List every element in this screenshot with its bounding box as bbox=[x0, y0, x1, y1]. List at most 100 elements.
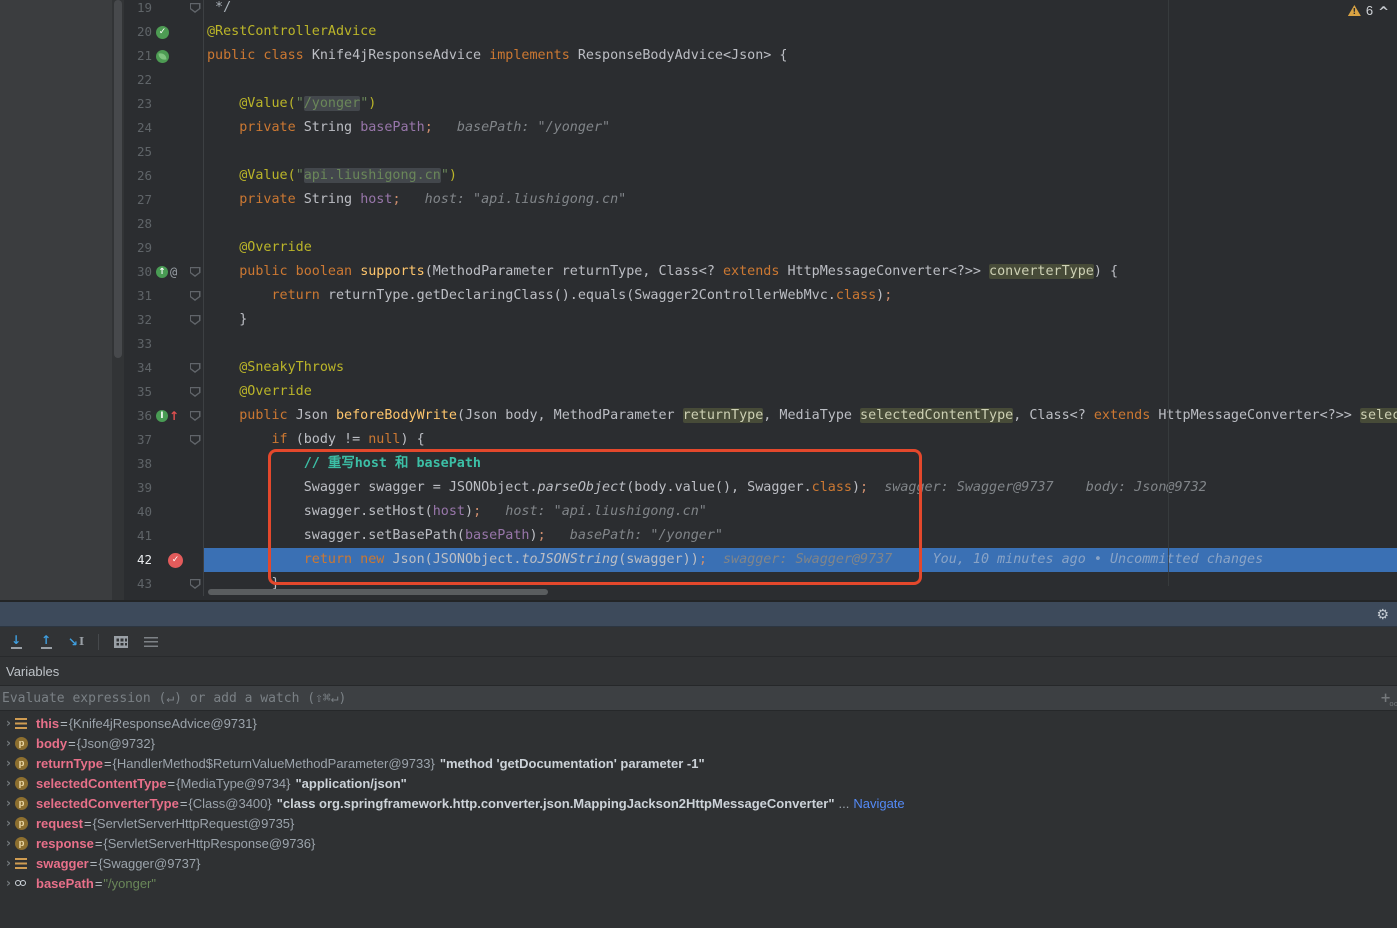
line-number: 32 bbox=[124, 308, 152, 332]
expand-chevron-icon[interactable]: › bbox=[2, 753, 15, 773]
step-out-button[interactable]: ↑ bbox=[34, 630, 58, 654]
navigate-link[interactable]: Navigate bbox=[853, 796, 904, 811]
fold-marker-icon[interactable] bbox=[190, 291, 201, 301]
horizontal-scrollbar[interactable] bbox=[208, 589, 548, 595]
expand-chevron-icon[interactable]: › bbox=[2, 813, 15, 833]
parameter-icon: p bbox=[15, 777, 28, 790]
left-tool-window bbox=[0, 0, 112, 600]
variable-row: ›basePath = "/yonger" bbox=[0, 873, 1397, 893]
line-number: 26 bbox=[124, 164, 152, 188]
variable-row: ›swagger = {Swagger@9737} bbox=[0, 853, 1397, 873]
expand-chevron-icon[interactable]: › bbox=[2, 713, 15, 733]
code-line: 27 private String host; host: "api.liush… bbox=[124, 188, 1397, 212]
line-number: 42 bbox=[124, 548, 152, 572]
settings-gear-icon[interactable]: ⚙ bbox=[1376, 607, 1389, 621]
gutter: 30↑@ bbox=[124, 260, 204, 284]
code-line: 40 swagger.setHost(host); host: "api.liu… bbox=[124, 500, 1397, 524]
evaluate-expression-input[interactable]: Evaluate expression (↵) or add a watch (… bbox=[0, 685, 1397, 711]
equals-sign: = bbox=[168, 776, 176, 791]
variables-tab-label[interactable]: Variables bbox=[0, 657, 1397, 685]
variable-row: ›pselectedConverterType = {Class@3400}"c… bbox=[0, 793, 1397, 813]
code-line: 22 bbox=[124, 68, 1397, 92]
expand-chevron-icon[interactable]: › bbox=[2, 873, 15, 893]
run-to-cursor-button[interactable]: ↘ I bbox=[64, 630, 88, 654]
variable-row: ›pbody = {Json@9732} bbox=[0, 733, 1397, 753]
gutter: 42 ✓ bbox=[124, 548, 204, 572]
variable-icon bbox=[15, 718, 27, 729]
code-line: 29 @Override bbox=[124, 236, 1397, 260]
add-watch-icon[interactable]: +oo bbox=[1380, 691, 1391, 706]
line-number: 37 bbox=[124, 428, 152, 452]
breakpoint-icon[interactable]: ✓ bbox=[168, 553, 183, 568]
panel-splitter[interactable] bbox=[112, 0, 124, 600]
fold-marker-icon[interactable] bbox=[190, 267, 201, 277]
variable-row: ›presponse = {ServletServerHttpResponse@… bbox=[0, 833, 1397, 853]
fold-marker-icon[interactable] bbox=[190, 363, 201, 373]
expand-chevron-icon[interactable]: › bbox=[2, 773, 15, 793]
chevron-up-icon[interactable]: ^ bbox=[1378, 5, 1389, 20]
variable-row: ›prequest = {ServletServerHttpRequest@97… bbox=[0, 813, 1397, 833]
fold-marker-icon[interactable] bbox=[190, 411, 201, 421]
spring-bean-icon[interactable] bbox=[156, 50, 169, 63]
layout-grid-button[interactable] bbox=[109, 630, 133, 654]
text-cursor-icon: I bbox=[79, 636, 84, 647]
variable-value: {HandlerMethod$ReturnValueMethodParamete… bbox=[113, 756, 435, 771]
variable-row: ›this = {Knife4jResponseAdvice@9731} bbox=[0, 713, 1397, 733]
code-text: private String host; host: "api.liushigo… bbox=[204, 188, 1397, 212]
line-number: 30 bbox=[124, 260, 152, 284]
gutter: 34 bbox=[124, 356, 204, 380]
line-number: 40 bbox=[124, 500, 152, 524]
equals-sign: = bbox=[104, 756, 112, 771]
code-text: public boolean supports(MethodParameter … bbox=[204, 260, 1397, 284]
line-number: 39 bbox=[124, 476, 152, 500]
line-number: 35 bbox=[124, 380, 152, 404]
variable-value: {Json@9732} bbox=[77, 736, 155, 751]
fold-marker-icon[interactable] bbox=[190, 315, 201, 325]
fold-marker-icon[interactable] bbox=[190, 579, 201, 589]
parameter-icon: p bbox=[15, 757, 28, 770]
variable-name: basePath bbox=[36, 876, 94, 891]
gutter: 39 bbox=[124, 476, 204, 500]
gutter: 40 bbox=[124, 500, 204, 524]
variable-value: {Class@3400} bbox=[188, 796, 271, 811]
parameter-icon: p bbox=[15, 837, 28, 850]
code-text: @Override bbox=[204, 236, 1397, 260]
watch-icon bbox=[15, 880, 26, 886]
gutter: 25 bbox=[124, 140, 204, 164]
spring-bean-icon[interactable]: ✓ bbox=[156, 26, 169, 39]
overriding-method-icon[interactable]: ↑ bbox=[156, 266, 168, 278]
expand-chevron-icon[interactable]: › bbox=[2, 793, 15, 813]
gutter: 23 bbox=[124, 92, 204, 116]
inspections-widget[interactable]: ! 6 ^ bbox=[1348, 3, 1389, 18]
code-text: public class Knife4jResponseAdvice imple… bbox=[204, 44, 1397, 68]
line-number: 28 bbox=[124, 212, 152, 236]
fold-marker-icon[interactable] bbox=[190, 3, 201, 13]
variable-value: "/yonger" bbox=[103, 876, 156, 891]
line-number: 33 bbox=[124, 332, 152, 356]
expand-chevron-icon[interactable]: › bbox=[2, 833, 15, 853]
implementing-method-icon[interactable]: I bbox=[156, 410, 168, 422]
fold-marker-icon[interactable] bbox=[190, 387, 201, 397]
gutter: 32 bbox=[124, 308, 204, 332]
gutter: 43 bbox=[124, 572, 204, 596]
line-number: 19 bbox=[124, 0, 152, 20]
variable-row: ›pselectedContentType = {MediaType@9734}… bbox=[0, 773, 1397, 793]
code-text: @Value("api.liushigong.cn") bbox=[204, 164, 1397, 188]
editor-lines: 19 */20✓@RestControllerAdvice21public cl… bbox=[124, 0, 1397, 596]
step-into-icon: ↓ bbox=[11, 635, 21, 645]
step-into-button[interactable]: ↓ bbox=[4, 630, 28, 654]
line-number: 38 bbox=[124, 452, 152, 476]
expand-chevron-icon[interactable]: › bbox=[2, 853, 15, 873]
ellipsis: ... bbox=[838, 796, 849, 811]
variable-value: {Swagger@9737} bbox=[98, 856, 200, 871]
view-options-button[interactable] bbox=[139, 630, 163, 654]
code-line: 23 @Value("/yonger") bbox=[124, 92, 1397, 116]
code-text bbox=[204, 212, 1397, 236]
expand-chevron-icon[interactable]: › bbox=[2, 733, 15, 753]
gutter: 29 bbox=[124, 236, 204, 260]
code-text: swagger.setHost(host); host: "api.liushi… bbox=[204, 500, 1397, 524]
scrollbar-thumb[interactable] bbox=[114, 0, 122, 358]
fold-marker-icon[interactable] bbox=[190, 435, 201, 445]
line-number: 41 bbox=[124, 524, 152, 548]
code-line: 38 // 重写host 和 basePath bbox=[124, 452, 1397, 476]
